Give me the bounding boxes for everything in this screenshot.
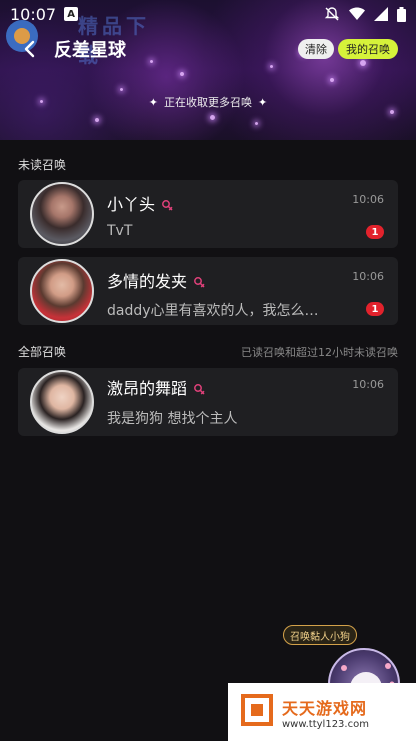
- female-icon: [193, 273, 205, 292]
- sender-name: 激昂的舞蹈: [107, 379, 188, 398]
- wifi-icon: [349, 7, 365, 21]
- collecting-text: 正在收取更多召唤: [164, 96, 252, 109]
- mute-icon: [324, 6, 340, 22]
- unread-badge: 1: [366, 225, 384, 239]
- unread-section-label: 未读召唤: [18, 158, 67, 172]
- avatar: [30, 370, 94, 434]
- sparkle-right-icon: ✦: [258, 95, 268, 109]
- status-bar: 10:07 A: [0, 0, 416, 28]
- page-title: 反差星球: [54, 40, 126, 61]
- signal-icon: [374, 7, 388, 21]
- clear-button[interactable]: 清除: [298, 39, 334, 59]
- collecting-status: ✦ 正在收取更多召唤 ✦: [0, 94, 416, 110]
- female-icon: [193, 380, 205, 399]
- watermark-logo-icon: [240, 693, 274, 731]
- summon-pet-tag[interactable]: 召唤黏人小狗: [283, 625, 357, 645]
- message-time: 10:06: [352, 270, 384, 283]
- battery-icon: [397, 6, 406, 22]
- sender-name: 多情的发夹: [107, 272, 188, 291]
- my-summons-button[interactable]: 我的召唤: [338, 39, 398, 59]
- top-bar: 反差星球 清除 我的召唤: [0, 34, 416, 64]
- avatar: [30, 259, 94, 323]
- sparkle-left-icon: ✦: [148, 95, 158, 109]
- all-section-label: 全部召唤: [18, 345, 67, 359]
- message-preview: 我是狗狗 想找个主人: [107, 411, 238, 427]
- back-arrow-icon[interactable]: [18, 38, 40, 60]
- status-time: 10:07: [10, 4, 57, 24]
- summon-card-unread-2[interactable]: 多情的发夹 10:06 daddy心里有喜欢的人，我怎么… 1: [18, 257, 398, 325]
- message-time: 10:06: [352, 378, 384, 391]
- watermark-url: www.ttyl123.com: [282, 718, 369, 730]
- avatar: [30, 182, 94, 246]
- message-preview: TvT: [107, 223, 133, 239]
- message-preview: daddy心里有喜欢的人，我怎么…: [107, 303, 319, 319]
- summon-card-all-1[interactable]: 激昂的舞蹈 10:06 我是狗狗 想找个主人: [18, 368, 398, 436]
- female-icon: [161, 196, 173, 215]
- unread-badge: 1: [366, 302, 384, 316]
- notification-a-icon: A: [64, 7, 79, 21]
- watermark-title: 天天游戏网: [282, 698, 368, 718]
- sender-name: 小丫头: [107, 195, 156, 214]
- all-section-note: 已读召唤和超过12小时未读召唤: [241, 346, 398, 359]
- message-time: 10:06: [352, 193, 384, 206]
- summon-card-unread-1[interactable]: 小丫头 10:06 TvT 1: [18, 180, 398, 248]
- site-watermark: 天天游戏网 www.ttyl123.com: [228, 683, 416, 741]
